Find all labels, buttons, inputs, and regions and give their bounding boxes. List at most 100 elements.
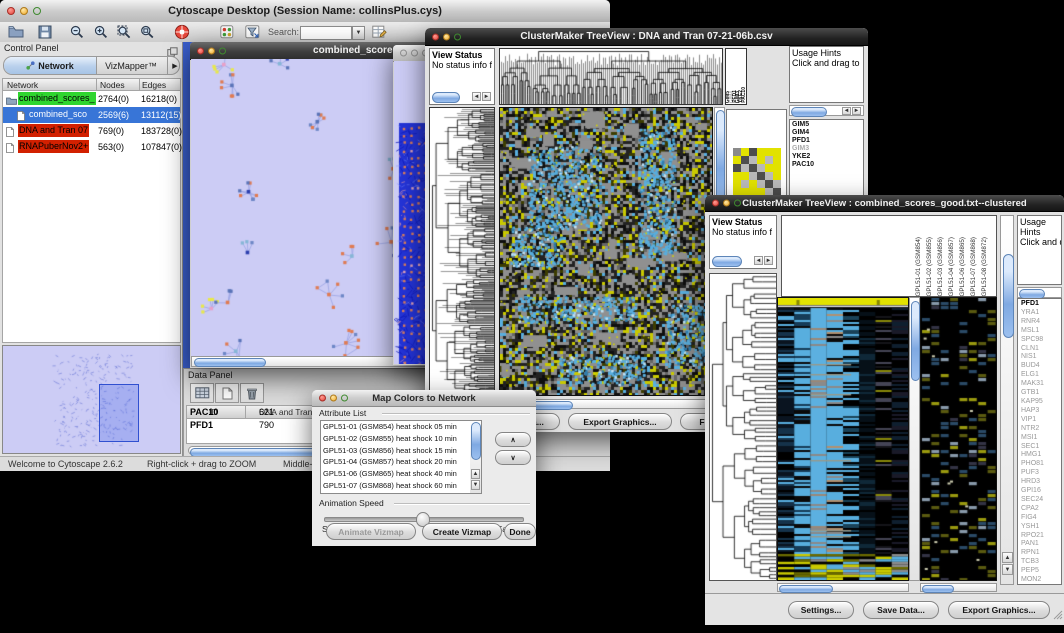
tv2-button-export-graphics[interactable]: Export Graphics...	[948, 601, 1050, 619]
tv2-gene-label[interactable]: GTB1	[1021, 389, 1061, 398]
tv2-row-dendrogram[interactable]	[709, 273, 777, 581]
tab-overflow-arrow[interactable]: ▶	[167, 57, 182, 74]
tv1-usage-scrollbar[interactable]: ◄ ►	[789, 105, 864, 116]
tv2-selection-heatmap[interactable]	[920, 297, 997, 581]
tv2-gene-label[interactable]: GPI16	[1021, 487, 1061, 496]
close-button[interactable]	[7, 7, 15, 15]
tv2-gene-label[interactable]: MSI1	[1021, 434, 1061, 443]
zoom-window-button[interactable]	[454, 33, 461, 40]
tv2-gene-label[interactable]: BUD4	[1021, 362, 1061, 371]
tv2-selection-hscrollbar[interactable]	[920, 583, 997, 592]
tv2-gene-label[interactable]: NTR2	[1021, 425, 1061, 434]
network-tree-row[interactable]: combined_sco2569(6)13112(15)	[3, 107, 180, 123]
tv1-gene-label[interactable]: GIM5	[792, 121, 863, 129]
tv2-gene-label[interactable]: CPA2	[1021, 505, 1061, 514]
tv1-row-dendrogram[interactable]	[429, 107, 495, 396]
minimize-button[interactable]	[20, 7, 28, 15]
new-attribute-icon[interactable]	[215, 383, 239, 403]
tv2-gene-label[interactable]: RPO21	[1021, 532, 1061, 541]
minimize-button[interactable]	[723, 200, 730, 207]
tv2-gene-label[interactable]: RNR4	[1021, 318, 1061, 327]
map-dialog-title-bar[interactable]: Map Colors to Network	[312, 390, 536, 407]
tv2-heatmap-hscrollbar[interactable]	[777, 583, 909, 592]
search-input[interactable]	[300, 26, 352, 40]
tv2-gene-label[interactable]: HMG1	[1021, 451, 1061, 460]
attribute-select-icon[interactable]	[190, 383, 214, 403]
tv2-gene-label[interactable]: MON2	[1021, 576, 1061, 585]
network-name[interactable]: RNAPuberNov2+	[18, 140, 89, 153]
close-button[interactable]	[432, 33, 439, 40]
tv2-gene-label[interactable]: RPN1	[1021, 549, 1061, 558]
tv2-gene-label[interactable]: YRA1	[1021, 309, 1061, 318]
tv2-gene-label[interactable]: HAP3	[1021, 407, 1061, 416]
tv2-gene-label[interactable]: YSH1	[1021, 523, 1061, 532]
animate-vizmap-button[interactable]: Animate Vizmap	[326, 523, 416, 540]
tv1-gene-label[interactable]: PFD1	[792, 137, 863, 145]
move-attribute-down-button[interactable]: ∨	[495, 450, 531, 465]
tv1-gene-label[interactable]: YKE2	[792, 153, 863, 161]
minimize-button[interactable]	[330, 395, 337, 402]
network-name[interactable]: DNA and Tran 07	[18, 124, 89, 137]
tv2-gene-label[interactable]: PEP5	[1021, 567, 1061, 576]
tv2-status-scrollbar[interactable]: ◄ ►	[712, 256, 774, 266]
tv2-button-settings[interactable]: Settings...	[788, 601, 854, 619]
tv2-gene-label[interactable]: ELG1	[1021, 371, 1061, 380]
minimize-button[interactable]	[208, 47, 215, 54]
move-attribute-up-button[interactable]: ∧	[495, 432, 531, 447]
tv1-button-export-graphics[interactable]: Export Graphics...	[568, 413, 672, 430]
attribute-list-item[interactable]: GPL51-02 (GSM855) heat shock 10 min	[321, 433, 481, 445]
attribute-list-item[interactable]: GPL51-04 (GSM857) heat shock 20 min	[321, 456, 481, 468]
zoom-window-button[interactable]	[33, 7, 41, 15]
network-name[interactable]: combined_sco	[28, 108, 88, 121]
treeview2-title-bar[interactable]: ClusterMaker TreeView : combined_scores_…	[705, 195, 1064, 212]
attribute-list-item[interactable]: GPL51-07 (GSM868) heat shock 60 min	[321, 480, 481, 492]
tv2-gene-label[interactable]: FIG4	[1021, 514, 1061, 523]
attribute-list-item[interactable]: GPL51-03 (GSM856) heat shock 15 min	[321, 445, 481, 457]
tv2-gene-label[interactable]: PHO81	[1021, 460, 1061, 469]
tv1-status-scrollbar[interactable]: ◄ ►	[432, 92, 492, 102]
zoom-window-button[interactable]	[734, 200, 741, 207]
tv2-gene-label[interactable]: PUF3	[1021, 469, 1061, 478]
minimize-button[interactable]	[411, 50, 418, 57]
treeview1-title-bar[interactable]: ClusterMaker TreeView : DNA and Tran 07-…	[425, 28, 868, 46]
open-file-icon[interactable]	[8, 25, 24, 43]
network-tree-row[interactable]: RNAPuberNov2+563(0)107847(0)	[3, 139, 180, 155]
tv2-heatmap-vscrollbar[interactable]	[909, 297, 920, 581]
tv1-correlation-heatmap[interactable]	[733, 148, 781, 196]
zoom-window-button[interactable]	[219, 47, 226, 54]
minimize-button[interactable]	[443, 33, 450, 40]
tv2-gene-label[interactable]: HRD3	[1021, 478, 1061, 487]
close-button[interactable]	[319, 395, 326, 402]
tv2-usage-scrollbar[interactable]	[1017, 287, 1062, 298]
tv2-gene-label[interactable]: PFD1	[1021, 300, 1061, 309]
birdseye-view[interactable]	[2, 345, 181, 454]
network-tree-row[interactable]: combined_scores_2764(0)16218(0)	[3, 91, 180, 107]
main-title-bar[interactable]: Cytoscape Desktop (Session Name: collins…	[0, 0, 610, 23]
tv2-gene-label[interactable]: MSL1	[1021, 327, 1061, 336]
tv1-gene-label[interactable]: GIM3	[792, 145, 863, 153]
tv2-gene-label[interactable]: SEC1	[1021, 443, 1061, 452]
resize-grip[interactable]	[1052, 607, 1063, 625]
col-header-edges[interactable]: Edges	[142, 80, 166, 90]
tv2-gene-label[interactable]: TCB3	[1021, 558, 1061, 567]
close-button[interactable]	[712, 200, 719, 207]
tv1-heatmap[interactable]	[499, 107, 713, 396]
tab-network[interactable]: Network	[4, 57, 97, 74]
zoom-window-button[interactable]	[341, 395, 348, 402]
tv2-gene-label[interactable]: MAK31	[1021, 380, 1061, 389]
tv2-gene-label[interactable]: VIP1	[1021, 416, 1061, 425]
tv2-heatmap[interactable]	[777, 297, 909, 581]
tv2-gene-label[interactable]: CLN1	[1021, 345, 1061, 354]
col-header-nodes[interactable]: Nodes	[100, 80, 125, 90]
tv1-gene-label[interactable]: GIM4	[792, 129, 863, 137]
tv2-gene-label[interactable]: PAN1	[1021, 540, 1061, 549]
network-name[interactable]: combined_scores_	[18, 92, 96, 105]
tv2-gene-label[interactable]: SPC98	[1021, 336, 1061, 345]
birdseye-viewport-rect[interactable]	[99, 384, 139, 442]
attribute-list-vscrollbar[interactable]: ▲ ▼	[470, 421, 481, 493]
close-button[interactable]	[400, 50, 407, 57]
tv1-gene-label[interactable]: PAC10	[792, 161, 863, 169]
attribute-list-item[interactable]: GPL51-06 (GSM865) heat shock 40 min	[321, 468, 481, 480]
tab-vizmapper[interactable]: VizMapper™	[96, 57, 166, 74]
tv1-top-dendrogram[interactable]	[499, 48, 723, 105]
